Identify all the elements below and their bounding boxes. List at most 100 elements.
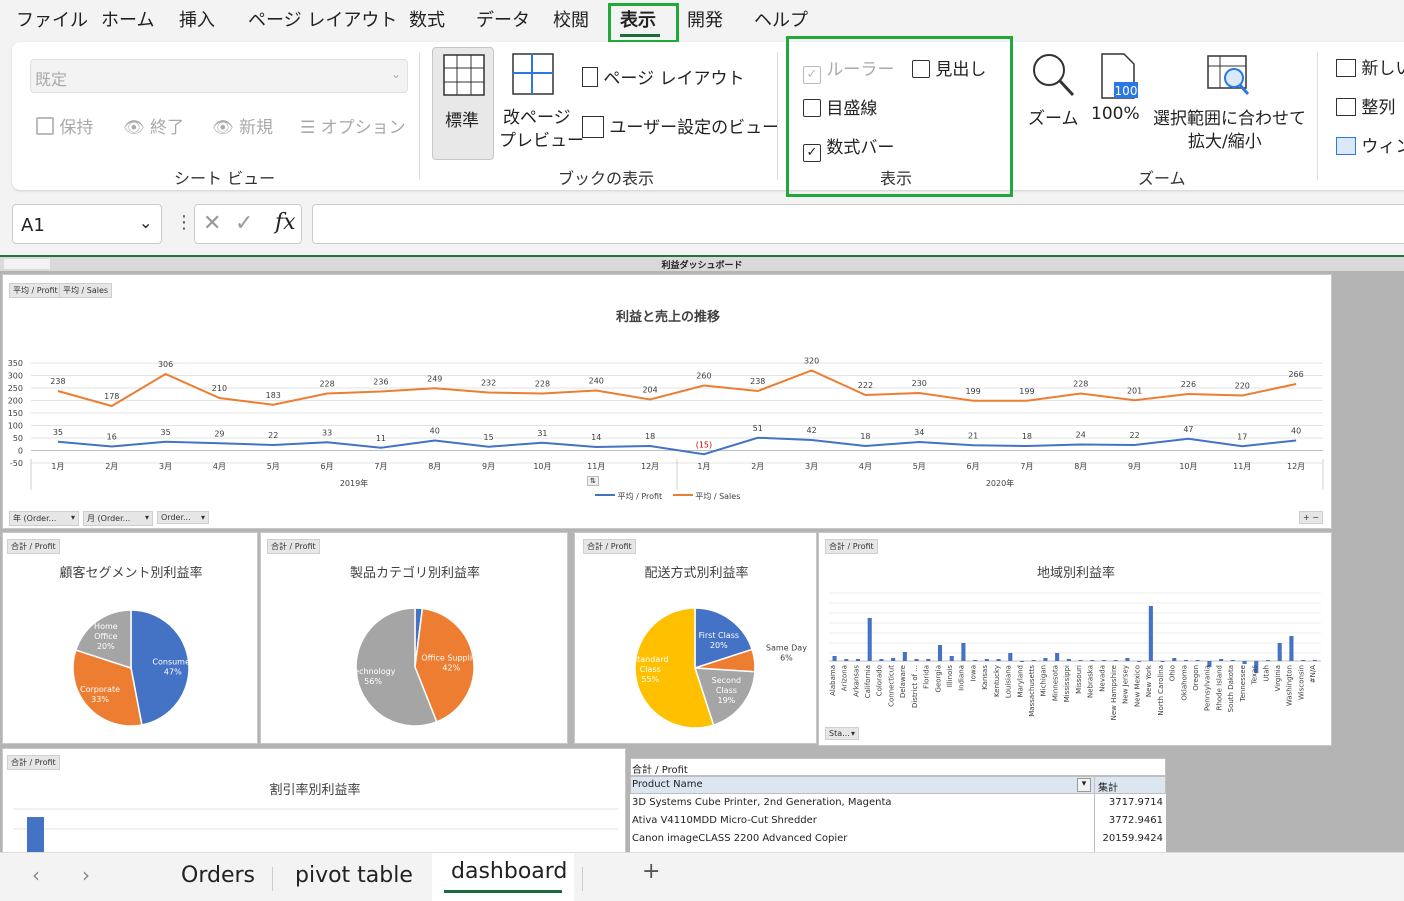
more-icon[interactable]: ⋮ [175, 212, 193, 233]
formula-bar-checkbox[interactable]: ✓ 数式バー [803, 133, 894, 162]
x-tick-label: 10月 [1179, 462, 1197, 471]
menu-insert[interactable]: 挿入 [179, 6, 215, 32]
arrange-all-button[interactable]: 整列 [1336, 93, 1395, 118]
sheet-tab-dashboard[interactable]: dashboard [451, 859, 567, 884]
menu-page-layout[interactable]: ページ レイアウト [248, 6, 397, 32]
ship-pie-panel[interactable]: 合計 / Profit 配送方式別利益率 First Class 20% Same … [574, 532, 817, 744]
line-chart-panel[interactable]: 平均 / Profit 平均 / Sales 利益と売上の推移 -50 0 50 10… [2, 274, 1332, 529]
normal-view-button[interactable]: 標準 [432, 47, 494, 160]
checkbox-icon: ✓ [803, 144, 821, 162]
menu-formulas[interactable]: 数式 [409, 6, 445, 32]
data-label-sales: 238 [750, 377, 765, 386]
filter-order[interactable]: Order... ▾ [157, 511, 209, 524]
headings-checkbox[interactable]: 見出し [912, 55, 986, 80]
sheet-view-exit-button[interactable]: 👁 終了 [123, 113, 184, 138]
x-tick-label: 10月 [533, 462, 551, 471]
menu-home[interactable]: ホーム [101, 6, 154, 32]
menu-review[interactable]: 校閲 [553, 6, 589, 32]
page-break-preview-button[interactable]: 改ページ プレビュー [498, 47, 584, 160]
zoom-to-selection-button[interactable]: 選択範囲に合わせて 拡大/縮小 [1152, 50, 1306, 160]
bar [1289, 636, 1294, 661]
region-bar-plot: Alabama Arizona Arkansas California Colorado… [829, 592, 1321, 720]
custom-views-button[interactable]: ユーザー設定のビュー [582, 113, 779, 138]
segment-pie-panel[interactable]: 合計 / Profit 顧客セグメント別利益率 Consumer 47% Corpo… [2, 532, 258, 744]
pie-label-line: Corporate [80, 685, 120, 694]
enter-icon[interactable]: ✓ [235, 211, 253, 236]
x-tick-label: #N/A [1309, 665, 1317, 683]
bar [937, 645, 943, 661]
data-label-sales: 199 [965, 387, 980, 396]
x-tick-label: 5月 [913, 462, 926, 471]
x-tick-label: Virginia [1274, 665, 1282, 691]
menu-file[interactable]: ファイル [16, 6, 88, 32]
category-pie: Furniture2%Office Supplies42%Technology5… [350, 607, 481, 727]
filter-month[interactable]: 月 (Order... ▾ [83, 511, 153, 526]
bar [973, 660, 978, 661]
gridlines-checkbox[interactable]: 目盛線 [803, 94, 877, 119]
x-tick-label: Illinois [946, 665, 954, 688]
freeze-label: ウィン [1361, 137, 1404, 157]
x-tick-label: Arkansas [852, 665, 860, 697]
page-layout-icon [582, 67, 598, 87]
formula-input[interactable] [312, 204, 1404, 244]
new-window-button[interactable]: 新しい [1336, 54, 1404, 79]
name-box[interactable]: A1 ⌄ [12, 204, 162, 244]
exit-label: 終了 [150, 118, 184, 138]
bar [1090, 660, 1095, 661]
sheet-view-new-button[interactable]: 👁 新規 [212, 113, 273, 138]
sheet-view-keep-button[interactable]: 保持 [36, 113, 93, 138]
zoom-100-button[interactable]: 100 100% [1090, 50, 1146, 160]
data-label-sales: 220 [1235, 382, 1250, 391]
chevron-left-icon[interactable]: ‹ [32, 863, 40, 887]
custom-views-label: ユーザー設定のビュー [609, 118, 780, 138]
field-button[interactable]: 合計 / Profit [7, 755, 60, 770]
sheet-view-dropdown[interactable]: 既定 ⌄ [30, 59, 408, 93]
freeze-icon [1336, 137, 1356, 155]
x-tick-label: 1月 [697, 462, 710, 471]
add-sheet-button[interactable]: + [642, 859, 660, 884]
expand-collapse-buttons[interactable]: + − [1299, 511, 1323, 524]
x-tick-label: South Dakota [1227, 665, 1235, 712]
discount-bar-panel[interactable]: 合計 / Profit 割引率別利益率 [2, 748, 626, 852]
sheet-area[interactable]: 利益ダッシュボード 平均 / Profit 平均 / Sales 利益と売上の推… [0, 255, 1404, 852]
menu-data[interactable]: データ [476, 6, 530, 32]
menu-help[interactable]: ヘルプ [754, 6, 808, 32]
category-pie-panel[interactable]: 合計 / Profit 製品カテゴリ別利益率 Furniture2%Office… [260, 532, 568, 744]
zoom-button[interactable]: ズーム [1027, 50, 1079, 160]
field-button-profit[interactable]: 平均 / Profit [9, 283, 62, 298]
field-button-sales[interactable]: 平均 / Sales [59, 283, 113, 298]
line-chart-title: 利益と売上の推移 [615, 310, 720, 325]
chevron-right-icon[interactable]: › [82, 863, 90, 887]
bar [855, 659, 861, 661]
data-label-sales: 222 [858, 381, 873, 390]
field-button[interactable]: 合計 / Profit [267, 539, 320, 554]
x-tick-label: New Mexico [1133, 665, 1141, 707]
field-button[interactable]: 合計 / Profit [825, 539, 878, 554]
data-label-sales: 236 [373, 378, 388, 387]
filter-year[interactable]: 年 (Order... ▾ [9, 511, 79, 526]
region-bar-panel[interactable]: 合計 / Profit 地域別利益率 Alabama Arizona Arkansa… [818, 532, 1332, 746]
sheet-view-options-button[interactable]: ☰ オプション [300, 113, 406, 138]
x-group-label: 2020年 [986, 478, 1014, 488]
cancel-icon[interactable]: ✕ [203, 211, 221, 236]
sheet-tab-orders[interactable]: Orders [181, 863, 255, 888]
sheet-tab-pivot-table[interactable]: pivot table [295, 863, 413, 888]
data-label-profit: 42 [806, 426, 816, 435]
menu-developer[interactable]: 開発 [687, 6, 723, 32]
segment-pie: Consumer 47% Corporate 33% Home Office 20% [72, 609, 194, 727]
freeze-panes-button[interactable]: ウィン [1336, 132, 1404, 157]
line-chart-plot: -50 0 50 100 150 200 250 300 350 1月 2月 3月 4月 5月 6月 7月 8月… [8, 357, 1324, 490]
bar [1183, 660, 1189, 661]
filter-icon[interactable]: ▾ [1077, 778, 1091, 792]
chevron-down-icon: ⌄ [390, 67, 401, 81]
page-layout-view-button[interactable]: ページ レイアウト [582, 64, 744, 89]
insert-function-icon[interactable]: fx [275, 210, 296, 235]
x-tick-label: Maryland [1016, 665, 1024, 697]
ruler-checkbox[interactable]: ✓ ルーラー [803, 55, 894, 84]
field-button[interactable]: 合計 / Profit [7, 539, 60, 554]
legend-toggle-button[interactable]: ⇅ [587, 476, 599, 486]
data-label-sales: 320 [804, 357, 819, 366]
filter-state[interactable]: Sta... ▾ [825, 727, 859, 740]
field-button[interactable]: 合計 / Profit [583, 539, 636, 554]
x-tick-label: 12月 [1287, 462, 1305, 471]
